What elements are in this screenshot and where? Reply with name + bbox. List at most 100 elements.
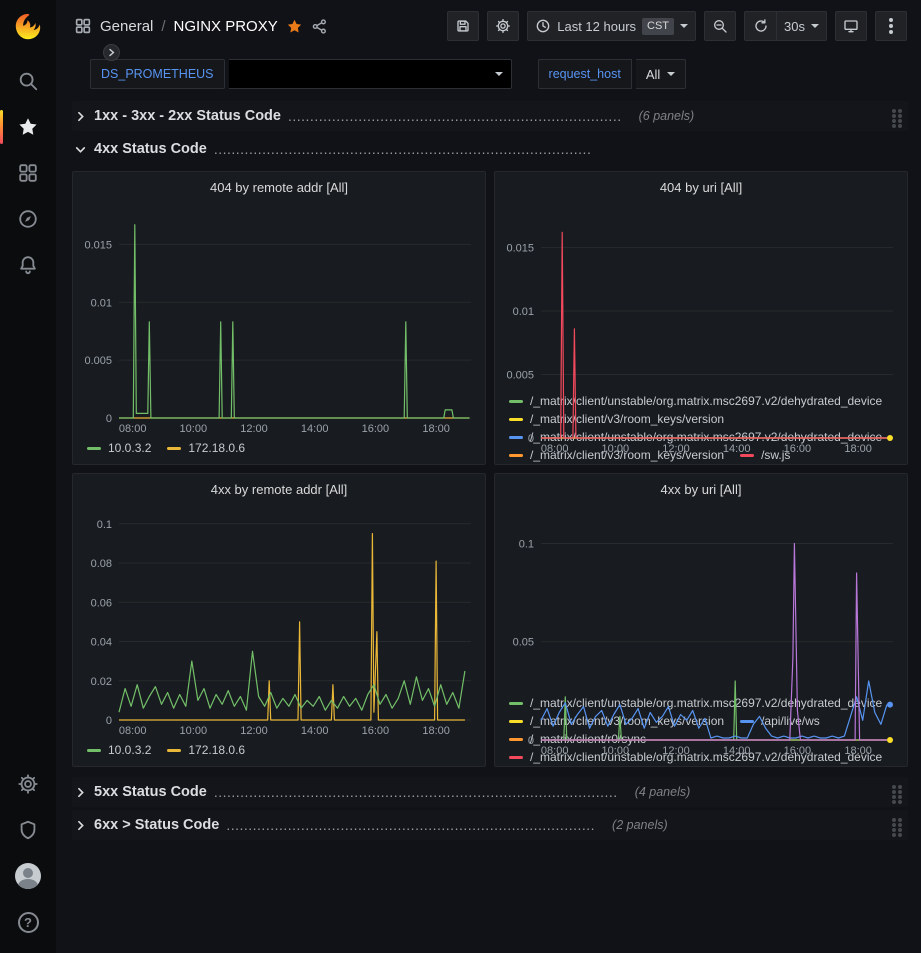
panel-4xx-by-remote-addr: 4xx by remote addr [All] 00.020.040.060.… [72,473,486,767]
svg-text:0: 0 [106,715,112,727]
tv-mode-button[interactable] [835,11,867,41]
dashboard-settings-button[interactable] [487,11,519,41]
svg-text:0.015: 0.015 [506,243,534,255]
row-drag-handle-icon[interactable] [892,823,896,827]
panel-title[interactable]: 4xx by uri [All] [495,474,907,504]
star-icon [17,116,39,138]
breadcrumb-folder[interactable]: General [100,18,153,35]
svg-text:08:00: 08:00 [119,725,147,737]
legend-row: 10.0.3.2 172.18.0.6 [87,439,477,457]
svg-text:0.015: 0.015 [84,239,112,251]
dashboard-canvas: 1xx - 3xx - 2xx Status Code ............… [56,96,921,953]
row-1xx-3xx-2xx[interactable]: 1xx - 3xx - 2xx Status Code ............… [72,101,908,131]
kebab-icon [889,24,893,28]
apps-grid-icon[interactable] [74,17,92,35]
row-4xx[interactable]: 4xx Status Code ........................… [72,134,908,164]
sidebar-item-profile[interactable] [0,853,56,899]
svg-text:0.01: 0.01 [91,297,112,309]
variables-submenu: DS_PROMETHEUS request_host All [56,52,921,96]
svg-text:10:00: 10:00 [602,745,630,757]
svg-text:14:00: 14:00 [723,443,751,455]
svg-text:08:00: 08:00 [541,443,569,455]
save-dashboard-button[interactable] [447,11,479,41]
svg-text:12:00: 12:00 [240,725,268,737]
share-icon[interactable] [311,18,328,35]
legend-row: 10.0.3.2 172.18.0.6 [87,741,477,759]
refresh-interval-select[interactable]: 30s [776,11,827,41]
dashboard-title[interactable]: NGINX PROXY [174,18,278,35]
svg-text:18:00: 18:00 [422,423,450,435]
host-variable-select[interactable] [229,59,512,89]
svg-text:10:00: 10:00 [180,423,208,435]
row-title-dots: ........................................… [226,817,595,833]
kebab-menu-button[interactable] [875,11,907,41]
panel-title[interactable]: 404 by remote addr [All] [73,172,485,202]
sidebar-item-dashboards[interactable] [0,150,56,196]
panel-title[interactable]: 4xx by remote addr [All] [73,474,485,504]
row-title: 6xx > Status Code [94,817,219,833]
panel-4xx-by-uri: 4xx by uri [All] 00.050.108:0010:0012:00… [494,473,908,767]
clock-icon [535,18,551,34]
row-drag-handle-icon[interactable] [892,790,896,794]
panel-title[interactable]: 404 by uri [All] [495,172,907,202]
sidebar-item-alerting[interactable] [0,242,56,288]
panel-404-by-remote-addr: 404 by remote addr [All] 00.0050.010.015… [72,171,486,465]
legend-item[interactable]: 10.0.3.2 [87,439,151,457]
variable-request-host-label[interactable]: request_host [538,59,632,89]
row-title: 1xx - 3xx - 2xx Status Code [94,108,281,124]
svg-text:14:00: 14:00 [301,423,329,435]
refresh-icon [753,18,769,34]
timeseries-chart[interactable]: 00.0050.010.01508:0010:0012:0014:0016:00… [495,202,907,390]
sidebar-item-explore[interactable] [0,196,56,242]
timeseries-chart[interactable]: 00.0050.010.01508:0010:0012:0014:0016:00… [73,202,485,437]
svg-text:18:00: 18:00 [844,745,872,757]
sidebar-item-starred[interactable] [0,104,56,150]
sidebar-item-help[interactable]: ? [0,899,56,945]
svg-text:18:00: 18:00 [422,725,450,737]
request-host-value: All [646,67,660,82]
legend-item[interactable]: 172.18.0.6 [167,439,245,457]
chevron-right-icon [74,786,87,799]
zoom-out-button[interactable] [704,11,736,41]
row-6xx[interactable]: 6xx > Status Code ......................… [72,810,908,840]
sidebar-expand-button[interactable] [103,44,120,61]
sidebar-item-search[interactable] [0,58,56,104]
svg-text:16:00: 16:00 [784,745,812,757]
svg-text:0.04: 0.04 [91,637,112,649]
svg-text:10:00: 10:00 [602,443,630,455]
favorite-star-icon[interactable] [286,18,303,35]
legend-item[interactable]: 10.0.3.2 [87,741,151,759]
svg-text:0.06: 0.06 [91,597,112,609]
row-drag-handle-icon[interactable] [892,114,896,118]
chevron-down-icon [495,72,503,80]
sidebar-bottom: ? [0,761,56,953]
variable-ds-prometheus-label[interactable]: DS_PROMETHEUS [90,59,225,89]
sidebar-item-configuration[interactable] [0,761,56,807]
chevron-right-icon [74,110,87,123]
select-caret-zone [487,68,511,80]
svg-text:0: 0 [528,735,534,747]
timeseries-chart[interactable]: 00.020.040.060.080.108:0010:0012:0014:00… [73,504,485,739]
monitor-icon [843,18,859,34]
chevron-down-icon [680,24,688,32]
help-icon: ? [18,912,39,933]
svg-text:0.1: 0.1 [519,539,534,551]
row-5xx[interactable]: 5xx Status Code ........................… [72,777,908,807]
svg-text:0: 0 [528,433,534,445]
time-range-picker[interactable]: Last 12 hours CST [527,11,696,41]
breadcrumb-separator: / [161,18,165,35]
shield-icon [17,819,39,841]
chart-legend: 10.0.3.2 172.18.0.6 [73,437,485,464]
legend-series-label: 10.0.3.2 [108,439,151,457]
timeseries-chart[interactable]: 00.050.108:0010:0012:0014:0016:0018:00 [495,504,907,692]
legend-item[interactable]: 172.18.0.6 [167,741,245,759]
refresh-button[interactable] [744,11,776,41]
grafana-logo-icon[interactable] [13,12,43,42]
row-panel-count: (2 panels) [612,818,668,832]
legend-series-label: 10.0.3.2 [108,741,151,759]
sidebar-item-server-admin[interactable] [0,807,56,853]
search-icon [17,70,39,92]
request-host-select[interactable]: All [636,59,686,89]
svg-text:08:00: 08:00 [541,745,569,757]
svg-text:12:00: 12:00 [662,745,690,757]
